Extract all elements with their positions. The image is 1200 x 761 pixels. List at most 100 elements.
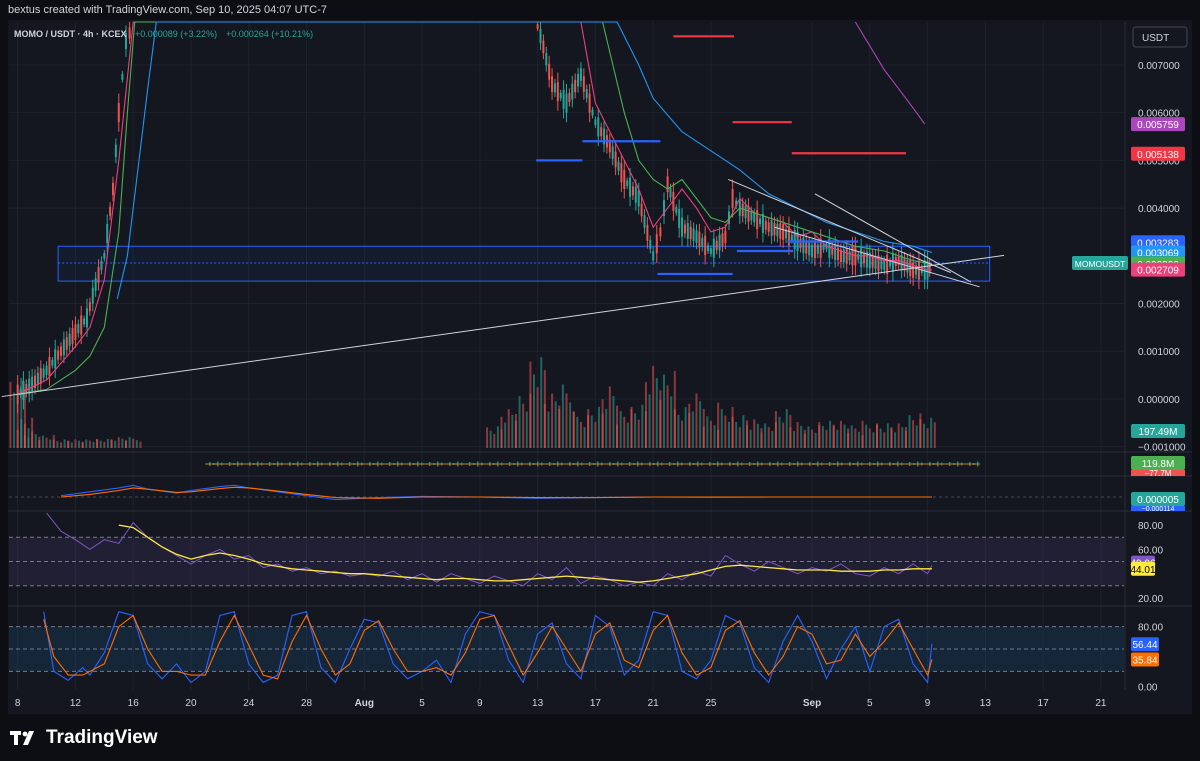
volume-bar xyxy=(518,396,521,448)
small-osc-bar xyxy=(857,461,859,467)
volume-bar xyxy=(590,415,593,448)
volume-bar xyxy=(839,420,842,448)
candle-body xyxy=(675,207,678,213)
volume-bar xyxy=(919,419,922,448)
volume-bar xyxy=(746,425,749,448)
y-tick-label: 0.004000 xyxy=(1138,204,1180,215)
volume-bar xyxy=(52,439,55,448)
volume-bar xyxy=(832,425,835,448)
small-osc-bar xyxy=(337,461,339,467)
small-osc-bar xyxy=(829,462,831,466)
footer-brand: TradingView xyxy=(10,725,158,751)
candle-body xyxy=(923,260,926,280)
small-osc-bar xyxy=(973,463,975,465)
volume-bar xyxy=(634,413,637,448)
candle-body xyxy=(22,380,25,400)
volume-bar xyxy=(493,433,496,448)
volume-bar xyxy=(894,432,897,448)
volume-bar xyxy=(511,414,514,448)
x-tick-label: 12 xyxy=(70,698,82,709)
small-osc-bar xyxy=(837,461,839,467)
small-osc-bar xyxy=(629,462,631,466)
volume-bar xyxy=(41,435,44,448)
candle-body xyxy=(683,224,686,234)
small-osc-bar xyxy=(869,462,871,466)
small-osc-bar xyxy=(945,463,947,465)
volume-bar xyxy=(522,403,525,448)
small-osc-bar xyxy=(833,463,835,465)
volume-bar xyxy=(771,431,774,448)
small-osc-bar xyxy=(709,462,711,466)
small-osc-bar xyxy=(273,463,275,465)
candle-body xyxy=(709,248,712,254)
small-osc-bar xyxy=(865,463,867,465)
small-osc-bar xyxy=(561,462,563,466)
volume-bar xyxy=(106,438,109,448)
x-tick-label: Aug xyxy=(355,698,374,709)
candle-body xyxy=(83,318,86,325)
candle-body xyxy=(617,161,620,171)
small-osc-bar xyxy=(497,461,499,467)
small-osc-bar xyxy=(937,461,939,467)
small-osc-bar xyxy=(293,463,295,465)
small-osc-bar xyxy=(641,462,643,466)
volume-bar xyxy=(554,401,557,448)
stoch-tick-label: 0.00 xyxy=(1138,682,1158,693)
volume-bar xyxy=(45,437,48,448)
stoch-value-label: 35.84 xyxy=(1132,656,1157,667)
volume-bar xyxy=(709,420,712,448)
volume-bar xyxy=(738,427,741,448)
volume-bar xyxy=(572,411,575,448)
candle-body xyxy=(548,63,551,80)
small-osc-bar xyxy=(237,461,239,467)
candle-body xyxy=(109,206,112,216)
volume-bar xyxy=(124,440,127,448)
volume-bar xyxy=(727,421,730,448)
small-osc-bar xyxy=(597,461,599,467)
volume-bar xyxy=(23,434,26,448)
small-osc-bar xyxy=(965,463,967,465)
small-osc-bar xyxy=(693,463,695,465)
candle-body xyxy=(59,346,62,356)
small-osc-bar xyxy=(613,463,615,465)
small-osc-bar xyxy=(457,461,459,467)
small-osc-bar xyxy=(509,462,511,466)
candle-body xyxy=(571,83,574,100)
small-osc-bar xyxy=(929,462,931,466)
small-osc-bar xyxy=(233,463,235,465)
chart-canvas[interactable]: 8 12 16 20 24 28 Aug 5 9 13 17 21 25 Sep 5 9 13 17 21 0.007… xyxy=(0,0,1200,761)
small-osc-bar xyxy=(389,462,391,466)
price-label: 0.005138 xyxy=(1137,150,1179,161)
candle-body xyxy=(715,240,718,250)
small-osc-bar xyxy=(533,463,535,465)
candle-body xyxy=(36,372,39,386)
candle-body xyxy=(816,244,819,254)
small-osc-bar xyxy=(825,463,827,465)
legend: MOMO / USDT · 4h · KCEX +0.000089 (+3.22… xyxy=(14,29,313,39)
volume-bar xyxy=(883,432,886,448)
candle-body xyxy=(637,190,640,207)
x-tick-label: 13 xyxy=(980,698,992,709)
small-osc-bar xyxy=(253,463,255,465)
small-osc-bar xyxy=(761,462,763,466)
candle-body xyxy=(808,242,811,256)
currency-button[interactable]: USDT xyxy=(1132,26,1188,48)
candle-body xyxy=(65,337,68,350)
tradingview-logo-icon xyxy=(10,731,34,745)
volume-bar xyxy=(821,425,824,448)
x-tick-label: 21 xyxy=(1095,698,1107,709)
small-osc-bar xyxy=(941,462,943,466)
small-osc-bar xyxy=(697,461,699,467)
volume-bar xyxy=(915,425,918,448)
panel-decorations xyxy=(8,22,1192,690)
candle-body xyxy=(629,177,632,197)
currency-button-label[interactable]: USDT xyxy=(1142,33,1169,44)
volume-bar xyxy=(868,428,871,448)
small-osc-bar xyxy=(525,463,527,465)
brand-name: TradingView xyxy=(46,727,158,748)
volume-bar xyxy=(677,414,680,448)
x-tick-label: 17 xyxy=(590,698,602,709)
small-osc-bar xyxy=(753,463,755,465)
volume-bar xyxy=(767,427,770,448)
candle-body xyxy=(692,228,695,242)
